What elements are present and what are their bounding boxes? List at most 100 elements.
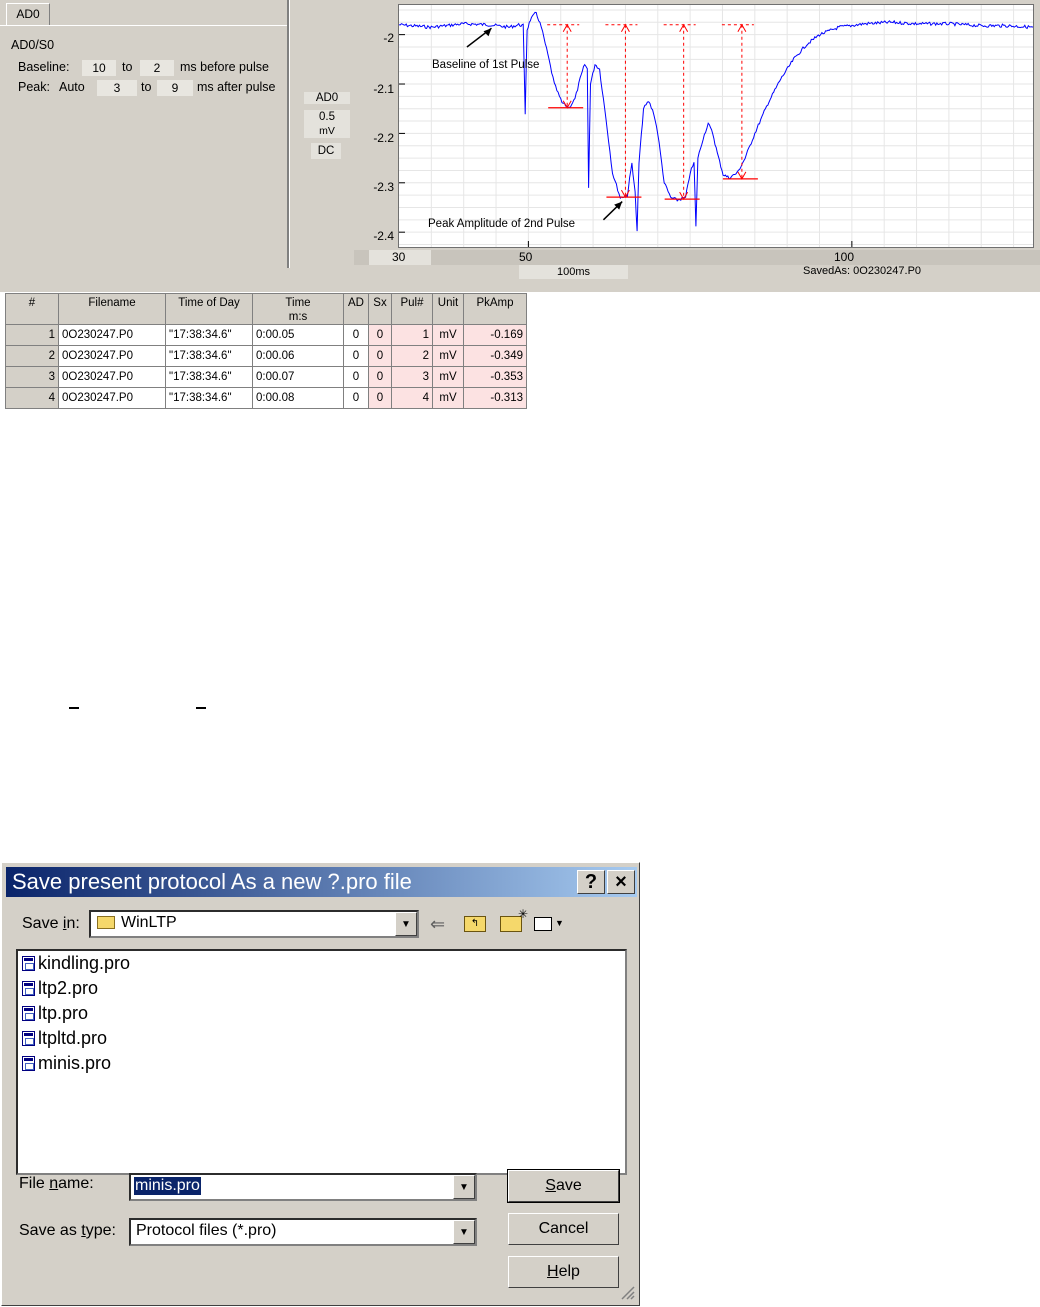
list-item[interactable]: ltpltd.pro bbox=[18, 1026, 625, 1051]
baseline-to-field[interactable]: 2 bbox=[140, 60, 174, 76]
row-number: 4 bbox=[5, 387, 59, 409]
sparkle-icon: ✳ bbox=[518, 907, 529, 921]
cell-pulse: 3 bbox=[391, 366, 433, 388]
cell-filename: 0O230247.P0 bbox=[58, 345, 166, 367]
y-tick-label: -2.2 bbox=[373, 131, 394, 145]
table-row[interactable]: 1 0O230247.P0 "17:38:34.6" 0:00.05 0 0 1… bbox=[5, 324, 527, 346]
file-icon bbox=[22, 956, 35, 971]
list-item[interactable]: ltp.pro bbox=[18, 1001, 625, 1026]
file-list[interactable]: kindling.pro ltp2.pro ltp.pro ltpltd.pro… bbox=[16, 949, 627, 1175]
chevron-down-icon[interactable]: ▼ bbox=[453, 1175, 475, 1199]
cell-ad: 0 bbox=[343, 387, 369, 409]
list-item[interactable]: ltp2.pro bbox=[18, 976, 625, 1001]
list-item[interactable]: kindling.pro bbox=[18, 951, 625, 976]
view-menu-icon[interactable] bbox=[534, 917, 552, 931]
resize-grip-icon[interactable] bbox=[618, 1283, 636, 1301]
peak-to-field[interactable]: 9 bbox=[157, 80, 193, 96]
cell-sx: 0 bbox=[368, 366, 392, 388]
help-question-button[interactable]: ? bbox=[577, 870, 605, 894]
x-tick-label: 100 bbox=[834, 250, 855, 264]
cell-time-of-day: "17:38:34.6" bbox=[165, 324, 253, 346]
cell-sx: 0 bbox=[368, 387, 392, 409]
cell-unit: mV bbox=[432, 345, 464, 367]
cancel-button[interactable]: Cancel bbox=[508, 1213, 619, 1245]
cell-time: 0:00.05 bbox=[252, 324, 344, 346]
channel-path-label: AD0/S0 bbox=[11, 38, 55, 52]
col-header-number[interactable]: # bbox=[5, 293, 59, 325]
panel-divider bbox=[287, 0, 290, 268]
file-name-value: minis.pro bbox=[134, 1177, 201, 1195]
peak-annotation: Peak Amplitude of 2nd Pulse bbox=[428, 218, 576, 230]
list-item[interactable]: minis.pro bbox=[18, 1051, 625, 1076]
save-in-combo[interactable]: WinLTP ▼ bbox=[89, 910, 419, 938]
chevron-down-icon[interactable]: ▼ bbox=[453, 1220, 475, 1244]
baseline-annotation: Baseline of 1st Pulse bbox=[432, 59, 540, 71]
channel-scale: 0.5 bbox=[319, 111, 335, 123]
col-header-ad[interactable]: AD bbox=[343, 293, 369, 325]
save-as-type-select[interactable]: Protocol files (*.pro) ▼ bbox=[129, 1218, 477, 1246]
row-number: 3 bbox=[5, 366, 59, 388]
file-icon bbox=[22, 1056, 35, 1071]
y-tick-label: -2 bbox=[383, 31, 394, 45]
back-arrow-icon[interactable]: ⇐ bbox=[430, 914, 445, 935]
cell-pulse: 4 bbox=[391, 387, 433, 409]
underline-mark bbox=[69, 707, 79, 709]
x-start-label: 30 bbox=[392, 250, 406, 264]
cell-pkamp: -0.313 bbox=[463, 387, 527, 409]
up-folder-icon[interactable]: ↰ bbox=[464, 916, 486, 932]
tab-ad0[interactable]: AD0 bbox=[6, 3, 50, 25]
cell-sx: 0 bbox=[368, 345, 392, 367]
cell-sx: 0 bbox=[368, 324, 392, 346]
cell-time-of-day: "17:38:34.6" bbox=[165, 387, 253, 409]
trace-plot[interactable] bbox=[398, 4, 1034, 248]
y-tick-label: -2.4 bbox=[373, 229, 394, 243]
tab-strip-line bbox=[0, 25, 288, 26]
x-axis-strip bbox=[354, 250, 1040, 265]
row-number: 1 bbox=[5, 324, 59, 346]
col-header-unit[interactable]: Unit bbox=[432, 293, 464, 325]
col-header-filename[interactable]: Filename bbox=[58, 293, 166, 325]
channel-unit: mV bbox=[319, 125, 335, 137]
file-icon bbox=[22, 981, 35, 996]
coupling-button[interactable]: DC bbox=[311, 143, 341, 159]
file-name-input[interactable]: minis.pro ▼ bbox=[129, 1173, 477, 1201]
col-header-time-of-day[interactable]: Time of Day bbox=[165, 293, 253, 325]
cell-unit: mV bbox=[432, 387, 464, 409]
y-tick-label: -2.1 bbox=[373, 82, 394, 96]
table-row[interactable]: 3 0O230247.P0 "17:38:34.6" 0:00.07 0 0 3… bbox=[5, 366, 527, 388]
dialog-title-bar[interactable]: Save present protocol As a new ?.pro fil… bbox=[6, 867, 637, 897]
cell-time-of-day: "17:38:34.6" bbox=[165, 366, 253, 388]
col-header-pkamp[interactable]: PkAmp bbox=[463, 293, 527, 325]
cell-time: 0:00.08 bbox=[252, 387, 344, 409]
channel-scale-box[interactable]: 0.5 mV bbox=[304, 110, 350, 138]
col-header-time[interactable]: Time m:s bbox=[252, 293, 344, 325]
baseline-suffix: ms before pulse bbox=[180, 60, 269, 74]
help-button[interactable]: Help bbox=[508, 1256, 619, 1288]
peak-suffix: ms after pulse bbox=[197, 80, 276, 94]
table-row[interactable]: 4 0O230247.P0 "17:38:34.6" 0:00.08 0 0 4… bbox=[5, 387, 527, 409]
channel-name: AD0 bbox=[304, 92, 350, 104]
file-name-label: File name: bbox=[19, 1175, 94, 1192]
chevron-down-icon[interactable]: ▼ bbox=[395, 912, 417, 936]
table-row[interactable]: 2 0O230247.P0 "17:38:34.6" 0:00.06 0 0 2… bbox=[5, 345, 527, 367]
cell-ad: 0 bbox=[343, 345, 369, 367]
cell-time-of-day: "17:38:34.6" bbox=[165, 345, 253, 367]
cell-filename: 0O230247.P0 bbox=[58, 387, 166, 409]
cell-ad: 0 bbox=[343, 366, 369, 388]
cell-unit: mV bbox=[432, 324, 464, 346]
col-header-sx[interactable]: Sx bbox=[368, 293, 392, 325]
save-button[interactable]: Save bbox=[507, 1169, 620, 1203]
cell-pulse: 2 bbox=[391, 345, 433, 367]
save-in-value: WinLTP bbox=[121, 914, 177, 931]
trace-line bbox=[398, 11, 1034, 232]
timebase-box[interactable]: 100ms bbox=[519, 265, 628, 279]
cell-unit: mV bbox=[432, 366, 464, 388]
peak-mode[interactable]: Auto bbox=[59, 80, 85, 94]
y-tick-label: -2.3 bbox=[373, 180, 394, 194]
baseline-from-field[interactable]: 10 bbox=[82, 60, 116, 76]
peak-from-field[interactable]: 3 bbox=[97, 80, 137, 96]
col-header-pulse[interactable]: Pul# bbox=[391, 293, 433, 325]
chevron-down-icon[interactable]: ▼ bbox=[555, 918, 564, 928]
trace-plot-svg bbox=[398, 5, 1034, 247]
close-button[interactable]: × bbox=[607, 870, 635, 894]
